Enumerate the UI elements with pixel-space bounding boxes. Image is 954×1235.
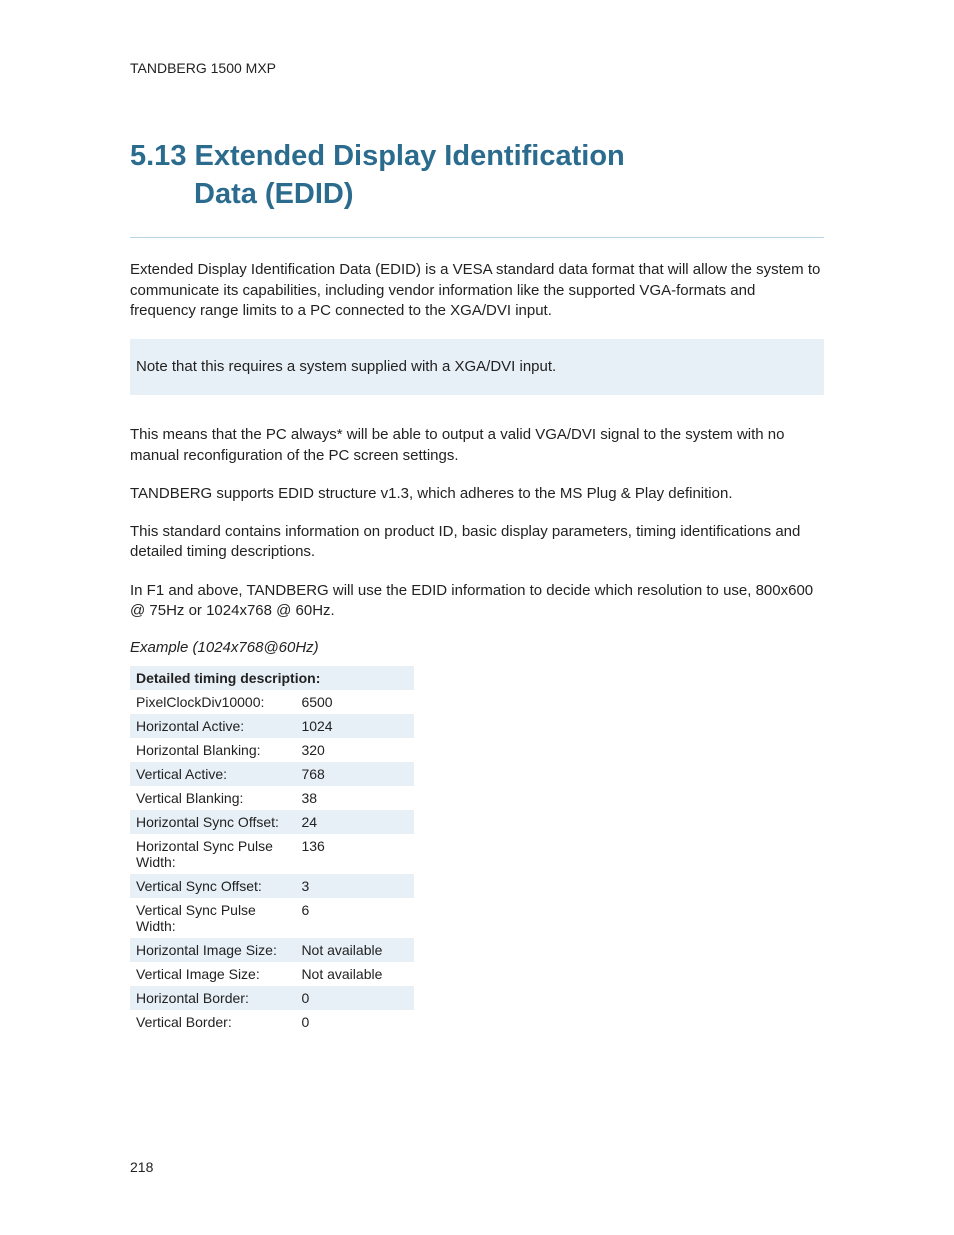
row-value: 6500 xyxy=(295,690,414,714)
row-label: Vertical Blanking: xyxy=(130,786,295,810)
table-row: Vertical Sync Offset:3 xyxy=(130,874,414,898)
note-text: Note that this requires a system supplie… xyxy=(136,357,814,377)
row-value: 38 xyxy=(295,786,414,810)
table-row: Vertical Sync Pulse Width:6 xyxy=(130,898,414,938)
table-row: Horizontal Sync Pulse Width:136 xyxy=(130,834,414,874)
row-value: 0 xyxy=(295,986,414,1010)
table-row: Vertical Image Size:Not available xyxy=(130,962,414,986)
table-row: Horizontal Image Size:Not available xyxy=(130,938,414,962)
paragraph-2: This means that the PC always* will be a… xyxy=(130,425,824,466)
table-row: Horizontal Blanking:320 xyxy=(130,738,414,762)
row-label: Vertical Image Size: xyxy=(130,962,295,986)
row-label: Horizontal Sync Offset: xyxy=(130,810,295,834)
row-label: Vertical Border: xyxy=(130,1010,295,1034)
table-row: Vertical Border:0 xyxy=(130,1010,414,1034)
row-value: 1024 xyxy=(295,714,414,738)
table-row: Horizontal Border:0 xyxy=(130,986,414,1010)
row-label: PixelClockDiv10000: xyxy=(130,690,295,714)
row-value: 320 xyxy=(295,738,414,762)
document-header: TANDBERG 1500 MXP xyxy=(130,60,824,76)
row-value: 768 xyxy=(295,762,414,786)
timing-table: Detailed timing description: PixelClockD… xyxy=(130,666,414,1034)
row-label: Vertical Active: xyxy=(130,762,295,786)
table-header-row: Detailed timing description: xyxy=(130,666,414,690)
title-line-1: 5.13 Extended Display Identification xyxy=(130,140,625,172)
row-value: 24 xyxy=(295,810,414,834)
divider xyxy=(130,237,824,238)
row-label: Horizontal Active: xyxy=(130,714,295,738)
table-row: Horizontal Active:1024 xyxy=(130,714,414,738)
row-value: Not available xyxy=(295,938,414,962)
title-line-2: Data (EDID) xyxy=(130,176,824,214)
row-value: 136 xyxy=(295,834,414,874)
table-row: Vertical Blanking:38 xyxy=(130,786,414,810)
row-value: 6 xyxy=(295,898,414,938)
row-value: 0 xyxy=(295,1010,414,1034)
paragraph-5: In F1 and above, TANDBERG will use the E… xyxy=(130,581,824,622)
row-label: Horizontal Sync Pulse Width: xyxy=(130,834,295,874)
table-row: Vertical Active:768 xyxy=(130,762,414,786)
paragraph-4: This standard contains information on pr… xyxy=(130,522,824,563)
section-title: 5.13 Extended Display Identification Dat… xyxy=(130,138,824,213)
row-value: Not available xyxy=(295,962,414,986)
row-value: 3 xyxy=(295,874,414,898)
paragraph-intro: Extended Display Identification Data (ED… xyxy=(130,260,824,321)
row-label: Horizontal Image Size: xyxy=(130,938,295,962)
row-label: Vertical Sync Offset: xyxy=(130,874,295,898)
row-label: Horizontal Border: xyxy=(130,986,295,1010)
row-label: Horizontal Blanking: xyxy=(130,738,295,762)
table-header: Detailed timing description: xyxy=(130,666,414,690)
example-caption: Example (1024x768@60Hz) xyxy=(130,639,824,656)
page-number: 218 xyxy=(130,1159,153,1175)
table-row: PixelClockDiv10000:6500 xyxy=(130,690,414,714)
note-box: Note that this requires a system supplie… xyxy=(130,339,824,395)
row-label: Vertical Sync Pulse Width: xyxy=(130,898,295,938)
paragraph-3: TANDBERG supports EDID structure v1.3, w… xyxy=(130,484,824,504)
table-row: Horizontal Sync Offset:24 xyxy=(130,810,414,834)
document-page: TANDBERG 1500 MXP 5.13 Extended Display … xyxy=(0,0,954,1235)
